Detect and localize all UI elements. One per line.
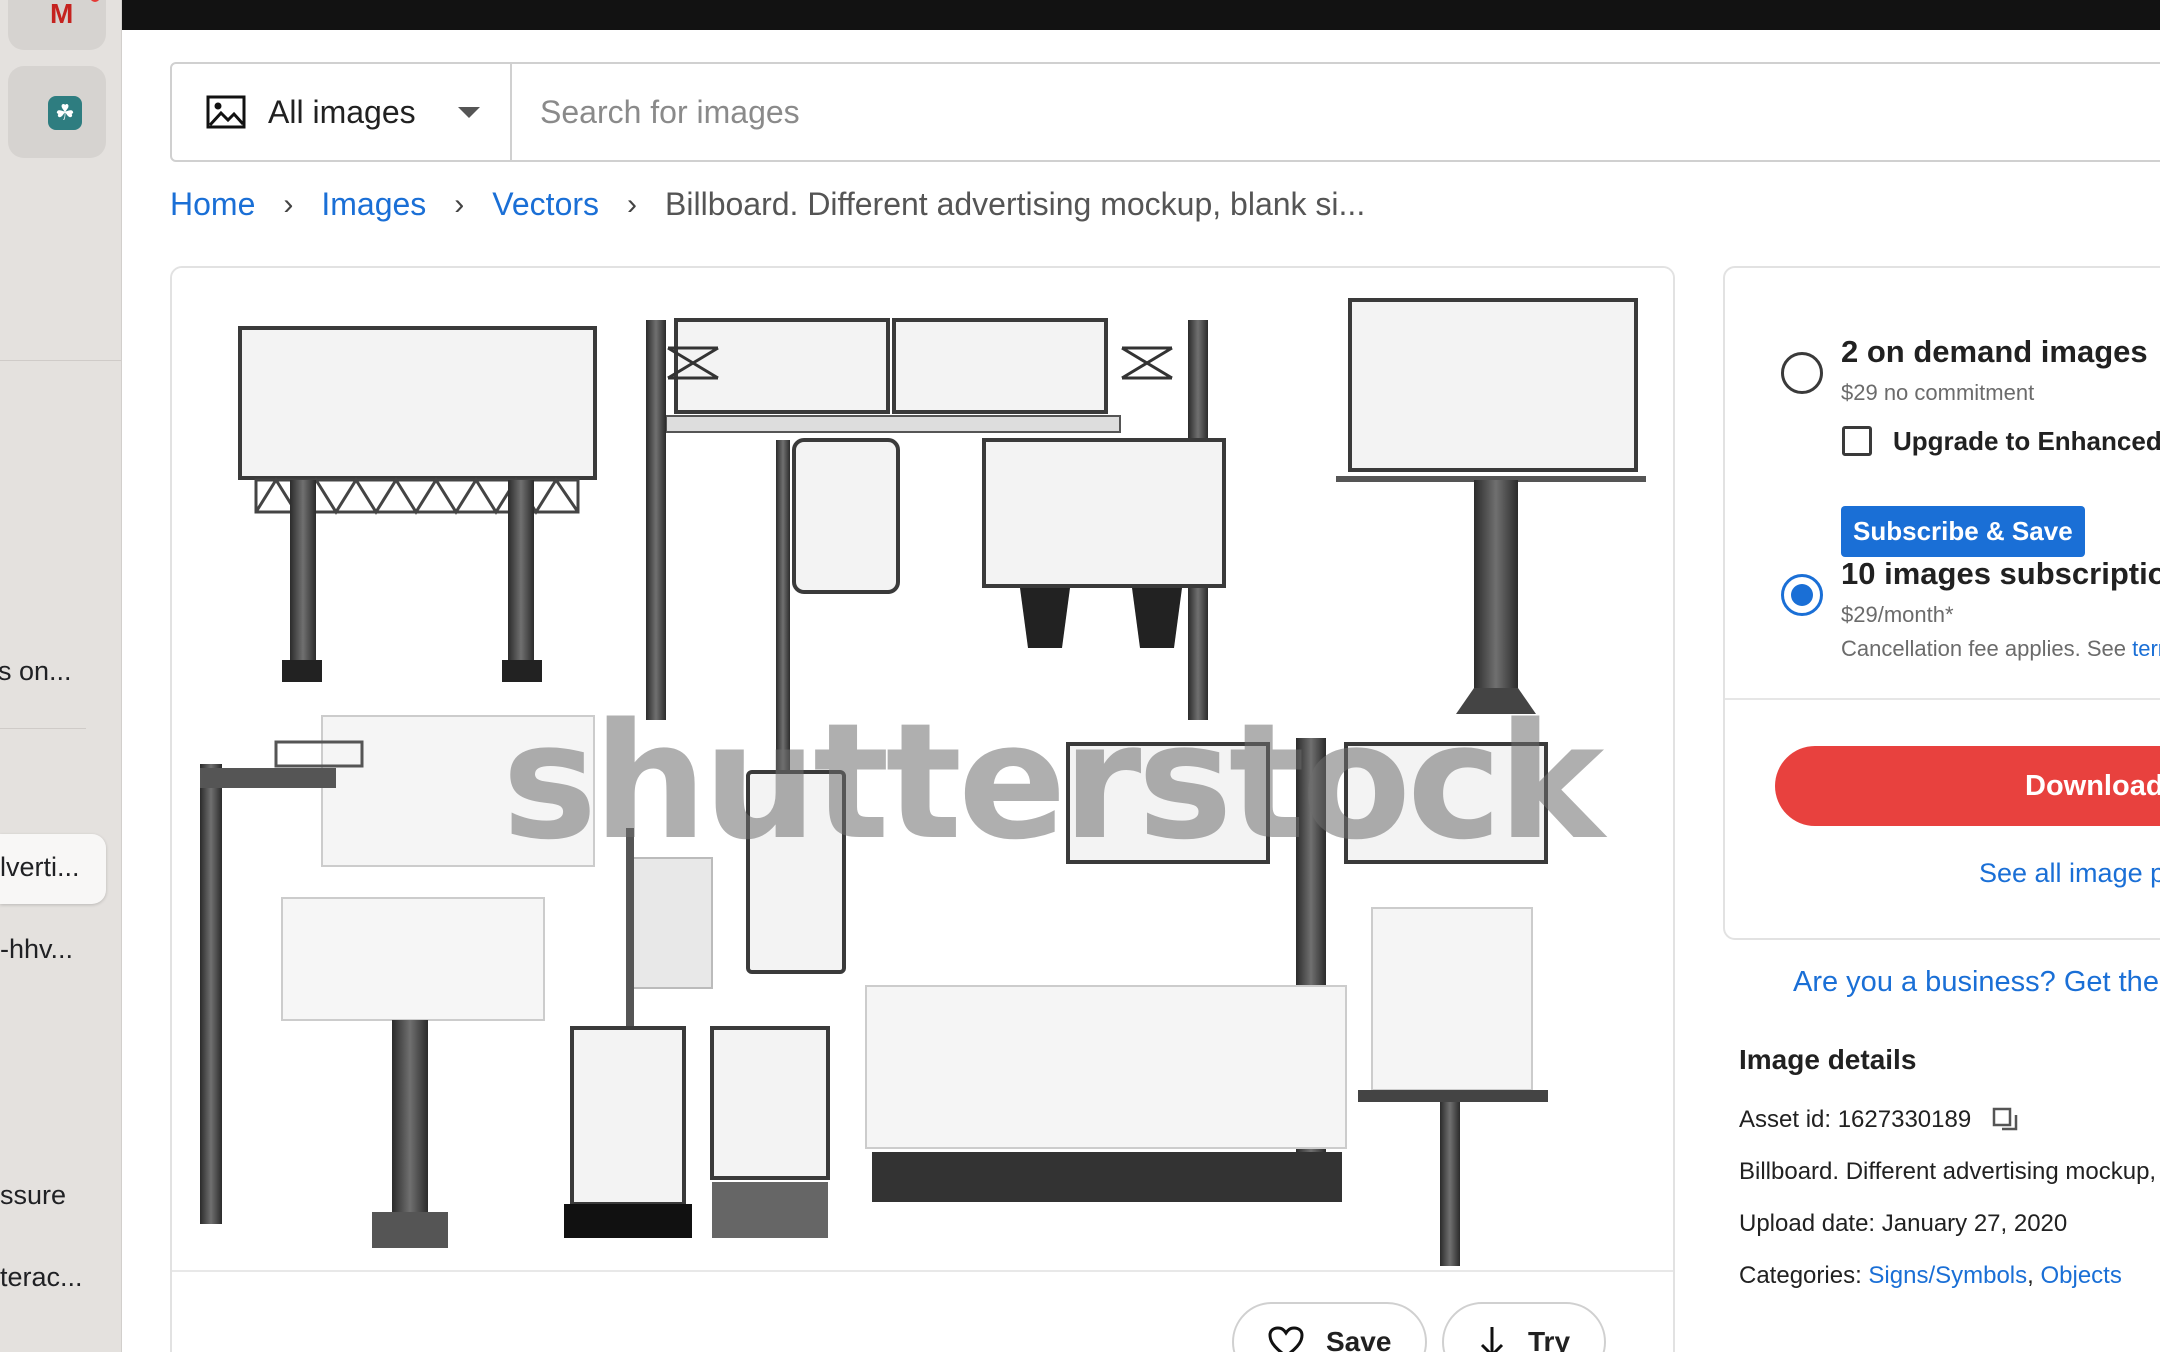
sidebar-divider (0, 728, 86, 729)
subscribe-save-badge: Subscribe & Save (1841, 506, 2085, 557)
save-button[interactable]: Save (1232, 1302, 1428, 1352)
arrow-down-icon (1480, 1327, 1504, 1352)
category-link-objects[interactable]: Objects (2040, 1262, 2121, 1289)
breadcrumb-home-link[interactable]: Home (170, 186, 255, 223)
image-details-title: Image details (1739, 1044, 1917, 1075)
chevron-down-icon (458, 106, 480, 118)
image-type-dropdown[interactable]: All images (172, 64, 512, 160)
upgrade-enhanced-checkbox[interactable] (1842, 426, 1872, 456)
subscription-radio[interactable] (1781, 574, 1823, 616)
sidebar-item[interactable]: ssure (0, 1180, 100, 1211)
terms-link[interactable]: terr (2132, 636, 2160, 661)
card-divider (172, 1270, 1673, 1272)
download-button[interactable]: Download (1775, 746, 2160, 826)
sidebar-item-label: ssure (0, 1180, 67, 1210)
chevron-right-icon: › (454, 187, 465, 221)
copy-icon[interactable] (1992, 1107, 2020, 1135)
on-demand-radio[interactable] (1781, 352, 1823, 394)
asset-id: Asset id: 1627330189 (1739, 1106, 1972, 1133)
categories-row: Categories: Signs/Symbols, Objects (1739, 1262, 2122, 1289)
browser-sidebar: M ☘ s on... lverti... -hhv... ssure tera… (0, 0, 122, 1352)
breadcrumb-images-link[interactable]: Images (321, 186, 426, 223)
business-link[interactable]: Are you a business? Get the rig (1793, 966, 2160, 999)
try-button-label: Try (1528, 1326, 1571, 1352)
gmail-app-button[interactable]: M (8, 0, 106, 50)
sidebar-item-label: terac... (0, 1262, 83, 1292)
gmail-icon: M (50, 0, 74, 29)
subscription-title: 10 images subscription (1841, 556, 2160, 591)
sidebar-divider (0, 360, 121, 361)
breadcrumb-current: Billboard. Different advertising mockup,… (665, 186, 1366, 222)
sidebar-item[interactable]: terac... (0, 1262, 100, 1293)
category-link-signs[interactable]: Signs/Symbols (1868, 1262, 2027, 1289)
watermark-text: shutterstock (502, 688, 1604, 875)
image-icon (206, 95, 246, 129)
extension-app-button[interactable]: ☘ (8, 66, 106, 158)
sidebar-item[interactable]: -hhv... (0, 934, 100, 965)
chevron-right-icon: › (627, 187, 638, 221)
image-type-label: All images (268, 93, 416, 130)
see-all-plans-link[interactable]: See all image pl (1979, 858, 2160, 889)
sidebar-item-label: lverti... (0, 852, 80, 882)
site-top-nav-bar (122, 0, 2160, 30)
license-options-card: 2 on demand images $29 no commitment Upg… (1723, 266, 2160, 940)
image-preview-card: shutterstock Save Try (170, 266, 1675, 1352)
search-bar: All images (170, 62, 2160, 162)
sidebar-item[interactable]: s on... (0, 656, 98, 687)
cancellation-note-text: Cancellation fee applies. See (1841, 636, 2126, 661)
chevron-right-icon: › (283, 187, 294, 221)
extension-icon: ☘ (48, 96, 82, 130)
preview-image[interactable]: shutterstock (172, 268, 1673, 1270)
upload-date: Upload date: January 27, 2020 (1739, 1210, 2068, 1237)
sidebar-item-active[interactable]: lverti... (0, 834, 106, 904)
breadcrumb: Home › Images › Vectors › Billboard. Dif… (170, 186, 1365, 223)
subscription-price: $29/month* (1841, 602, 1954, 627)
categories-label: Categories: (1739, 1262, 1862, 1289)
on-demand-price: $29 no commitment (1841, 380, 2035, 405)
save-button-label: Save (1326, 1326, 1392, 1352)
notification-dot (90, 0, 100, 2)
sidebar-item-label: -hhv... (0, 934, 74, 964)
panel-divider (1725, 698, 2160, 700)
search-input[interactable] (512, 64, 2160, 160)
breadcrumb-vectors-link[interactable]: Vectors (492, 186, 599, 223)
cancellation-note: Cancellation fee applies. See terr (1841, 636, 2160, 662)
image-description: Billboard. Different advertising mockup, (1739, 1158, 2157, 1185)
asset-id-row: Asset id: 1627330189 (1739, 1106, 2020, 1135)
try-button[interactable]: Try (1442, 1302, 1607, 1352)
heart-icon (1268, 1326, 1304, 1352)
on-demand-title: 2 on demand images (1841, 334, 2148, 369)
sidebar-item-label: s on... (0, 656, 72, 686)
upgrade-enhanced-label: Upgrade to Enhanced l (1893, 426, 2160, 456)
